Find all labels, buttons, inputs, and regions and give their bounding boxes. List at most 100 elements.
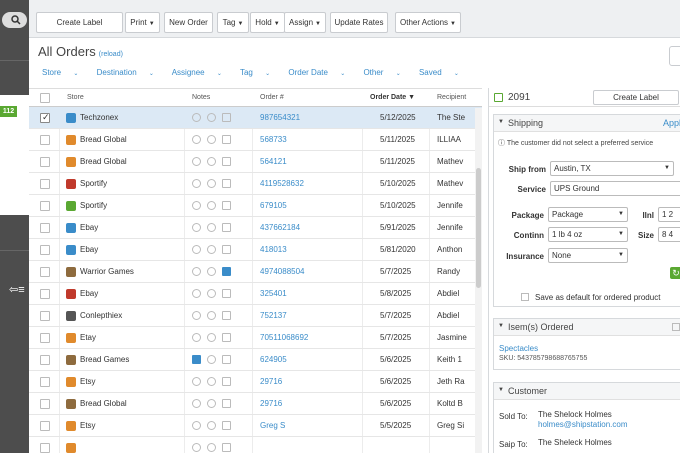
filter-store[interactable]: Store ⌄ [42,68,86,77]
column-recipient[interactable]: Recipient [437,94,466,101]
table-row[interactable]: Etsy 29716 5/6/2025 Jeth Ra [29,371,482,393]
row-checkbox[interactable] [40,377,50,387]
row-checkbox[interactable] [40,223,50,233]
filter-tag[interactable]: Tag ⌄ [240,68,278,77]
column-store[interactable]: Store [67,94,84,101]
assign-button[interactable]: Assign ▼ [284,12,326,33]
row-checkbox[interactable] [40,355,50,365]
filter-order-date[interactable]: Order Date ⌄ [288,68,353,77]
order-number-link[interactable]: 752137 [260,311,287,320]
row-checkbox[interactable] [40,443,50,453]
chat-icon[interactable] [192,355,201,364]
tag-button[interactable]: Tag ▼ [217,12,249,33]
message-icon[interactable] [207,355,216,364]
chat-icon[interactable] [192,399,201,408]
message-icon[interactable] [207,443,216,452]
chat-icon[interactable] [192,289,201,298]
chat-icon[interactable] [192,201,201,210]
table-row[interactable]: Bread Global 568733 5/11/2025 ILLIAA [29,129,482,151]
apply-link[interactable]: Appl [663,118,680,128]
order-number-link[interactable]: 564121 [260,157,287,166]
refresh-rates-icon[interactable]: ↻ [670,267,680,279]
row-checkbox[interactable] [40,289,50,299]
create-label-button[interactable]: Create Label [36,12,123,33]
row-checkbox[interactable] [40,135,50,145]
filter-assignee[interactable]: Assignee ⌄ [172,68,230,77]
row-checkbox[interactable] [40,421,50,431]
table-row[interactable]: Sportify 679105 5/10/2025 Jennife [29,195,482,217]
chat-icon[interactable] [192,113,201,122]
table-row[interactable]: Ebay 418013 5/81/2020 Anthon [29,239,482,261]
table-row[interactable]: Bread Global 564121 5/11/2025 Mathev [29,151,482,173]
chat-icon[interactable] [192,157,201,166]
column-notes[interactable]: Notes [192,94,210,101]
table-row[interactable]: Warrior Games 4974088504 5/7/2025 Randy [29,261,482,283]
panel-create-label-button[interactable]: Create Label [593,90,679,105]
chat-icon[interactable] [192,333,201,342]
order-number-link[interactable]: 568733 [260,135,287,144]
message-icon[interactable] [207,223,216,232]
confirm-select[interactable]: 1 lb 4 oz ▼ [548,227,628,242]
reload-link[interactable]: (reload) [99,51,123,58]
chat-icon[interactable] [192,377,201,386]
order-number-link[interactable]: 437662184 [260,223,300,232]
search-button[interactable] [2,12,27,28]
order-number-link[interactable]: 4119528632 [260,179,304,188]
chat-icon[interactable] [192,267,201,276]
other-actions-button[interactable]: Other Actions ▼ [395,12,461,33]
new-order-button[interactable]: New Order [164,12,213,33]
chat-icon[interactable] [192,421,201,430]
edit-note-icon[interactable] [222,245,231,254]
edit-note-icon[interactable] [222,377,231,386]
filter-saved[interactable]: Saved ⌄ [419,68,467,77]
row-checkbox[interactable] [40,157,50,167]
edit-note-icon[interactable] [222,333,231,342]
order-number-link[interactable]: 325401 [260,289,287,298]
print-button[interactable]: Print ▼ [125,12,160,33]
hold-button[interactable]: Hold ▼ [250,12,285,33]
order-number-link[interactable]: 29716 [260,377,282,386]
edit-note-icon[interactable] [222,443,231,452]
weight-input[interactable]: 1 2 [658,207,680,222]
panel-toggle-button[interactable] [669,46,680,66]
table-row[interactable]: Conlepthiex 752137 5/7/2025 Abdiel [29,305,482,327]
edit-note-icon[interactable] [222,157,231,166]
package-select[interactable]: Package ▼ [548,207,628,222]
chat-icon[interactable] [192,223,201,232]
scrollbar-thumb[interactable] [476,168,481,288]
row-checkbox[interactable] [40,267,50,277]
shipping-header[interactable]: ▼ Shipping Appl [494,115,680,132]
table-row[interactable]: Ebay 325401 5/8/2025 Abdiel [29,283,482,305]
items-header[interactable]: ▼ Isem(s) Ordered [494,319,680,336]
order-number-link[interactable]: 418013 [260,245,287,254]
chat-icon[interactable] [192,443,201,452]
chat-icon[interactable] [192,179,201,188]
order-number-link[interactable]: Greg S [260,421,285,430]
message-icon[interactable] [207,311,216,320]
chat-icon[interactable] [192,135,201,144]
size-input[interactable]: 8 4 [658,227,680,242]
message-icon[interactable] [207,267,216,276]
row-checkbox[interactable] [40,201,50,211]
edit-note-icon[interactable] [222,113,231,122]
row-checkbox[interactable] [40,333,50,343]
column-order-date[interactable]: Order Date ▼ [370,94,415,101]
table-scrollbar[interactable] [475,108,482,453]
table-row[interactable]: Etay 70511068692 5/7/2025 Jasmine [29,327,482,349]
customer-email-link[interactable]: holmes@shipstation.com [538,420,628,429]
edit-note-icon[interactable] [222,421,231,430]
ship-from-select[interactable]: Austin, TX ▼ [550,161,674,176]
customer-header[interactable]: ▼ Customer [494,383,680,400]
table-row[interactable]: Bread Games 624905 5/6/2025 Keith 1 [29,349,482,371]
column-order-number[interactable]: Order # [260,94,284,101]
order-number-link[interactable]: 987654321 [260,113,300,122]
row-checkbox[interactable] [40,311,50,321]
select-all-checkbox[interactable] [40,93,50,103]
message-icon[interactable] [207,157,216,166]
row-checkbox[interactable] [40,112,50,123]
message-icon[interactable] [207,201,216,210]
message-icon[interactable] [207,333,216,342]
message-icon[interactable] [207,289,216,298]
items-toggle-checkbox[interactable] [672,323,680,331]
message-icon[interactable] [207,377,216,386]
